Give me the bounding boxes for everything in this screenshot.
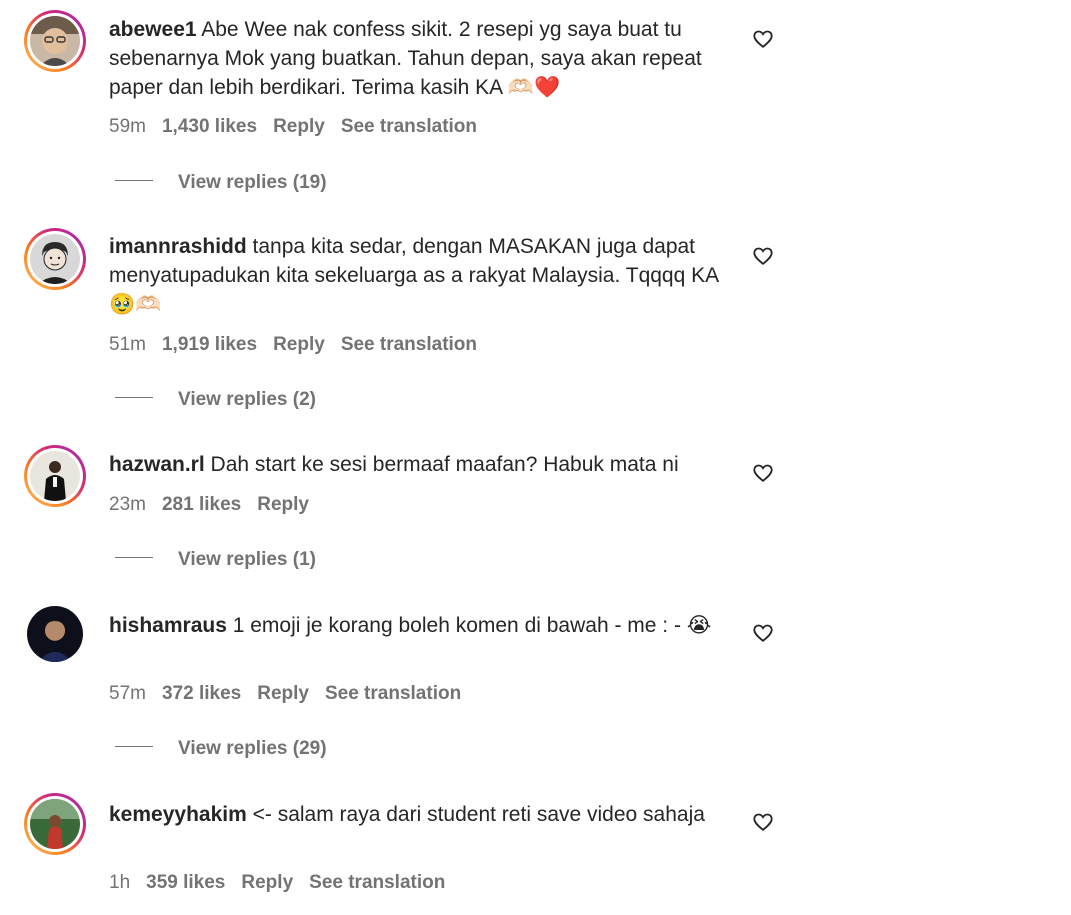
comment-body: abewee1 Abe Wee nak confess sikit. 2 res… [109,15,739,102]
comment-meta: 51m 1,919 likes Reply See translation [109,334,493,356]
comment-time: 23m [109,494,146,515]
user-avatar-icon [30,16,80,66]
view-replies-button[interactable]: View replies (29) [115,738,327,760]
view-replies-label: View replies (2) [178,389,316,410]
replies-divider-line [115,557,153,559]
reply-button[interactable]: Reply [257,494,309,515]
avatar[interactable] [24,445,86,507]
comment-body: hishamraus 1 emoji je korang boleh komen… [109,611,739,640]
likes-count[interactable]: 281 likes [162,494,241,515]
see-translation-button[interactable]: See translation [341,116,477,137]
likes-count[interactable]: 1,430 likes [162,116,257,137]
comment-username[interactable]: kemeyyhakim [109,803,247,826]
likes-count[interactable]: 372 likes [162,683,241,704]
comment-time: 51m [109,334,146,355]
user-avatar-icon [30,799,80,849]
comment-time: 57m [109,683,146,704]
view-replies-button[interactable]: View replies (1) [115,549,316,571]
comment-time: 1h [109,872,131,893]
heart-outline-icon[interactable] [752,245,774,267]
user-avatar-icon [30,451,80,501]
reply-button[interactable]: Reply [241,872,293,893]
heart-outline-icon[interactable] [752,622,774,644]
see-translation-button[interactable]: See translation [325,683,461,704]
likes-count[interactable]: 1,919 likes [162,334,257,355]
likes-count[interactable]: 359 likes [146,872,225,893]
see-translation-button[interactable]: See translation [341,334,477,355]
comment-body: kemeyyhakim <- salam raya dari student r… [109,800,739,829]
avatar[interactable] [24,228,86,290]
avatar[interactable] [24,793,86,855]
comment-body: imannrashidd tanpa kita sedar, dengan MA… [109,232,739,319]
view-replies-button[interactable]: View replies (2) [115,389,316,411]
comment-meta: 59m 1,430 likes Reply See translation [109,116,493,138]
comment-text: <- salam raya dari student reti save vid… [252,803,705,826]
comment-meta: 1h 359 likes Reply See translation [109,872,461,894]
view-replies-button[interactable]: View replies (19) [115,172,327,194]
reply-button[interactable]: Reply [273,116,325,137]
comment-username[interactable]: imannrashidd [109,235,247,258]
replies-divider-line [115,746,153,748]
heart-outline-icon[interactable] [752,462,774,484]
comment-meta: 23m 281 likes Reply [109,494,325,516]
reply-button[interactable]: Reply [273,334,325,355]
reply-button[interactable]: Reply [257,683,309,704]
comment-text: 1 emoji je korang boleh komen di bawah -… [232,614,712,637]
comment-meta: 57m 372 likes Reply See translation [109,683,477,705]
heart-outline-icon[interactable] [752,811,774,833]
comment-username[interactable]: hishamraus [109,614,227,637]
view-replies-label: View replies (1) [178,549,316,570]
view-replies-label: View replies (19) [178,172,327,193]
view-replies-label: View replies (29) [178,738,327,759]
heart-outline-icon[interactable] [752,28,774,50]
comment-text: Dah start ke sesi bermaaf maafan? Habuk … [210,453,679,476]
comment-text: Abe Wee nak confess sikit. 2 resepi yg s… [109,18,702,99]
comment-body: hazwan.rl Dah start ke sesi bermaaf maaf… [109,450,739,479]
user-avatar-icon [27,606,83,662]
replies-divider-line [115,180,153,182]
see-translation-button[interactable]: See translation [309,872,445,893]
avatar[interactable] [24,603,86,665]
comment-time: 59m [109,116,146,137]
comment-username[interactable]: hazwan.rl [109,453,205,476]
user-avatar-icon [30,234,80,284]
replies-divider-line [115,397,153,399]
comment-username[interactable]: abewee1 [109,18,197,41]
avatar[interactable] [24,10,86,72]
